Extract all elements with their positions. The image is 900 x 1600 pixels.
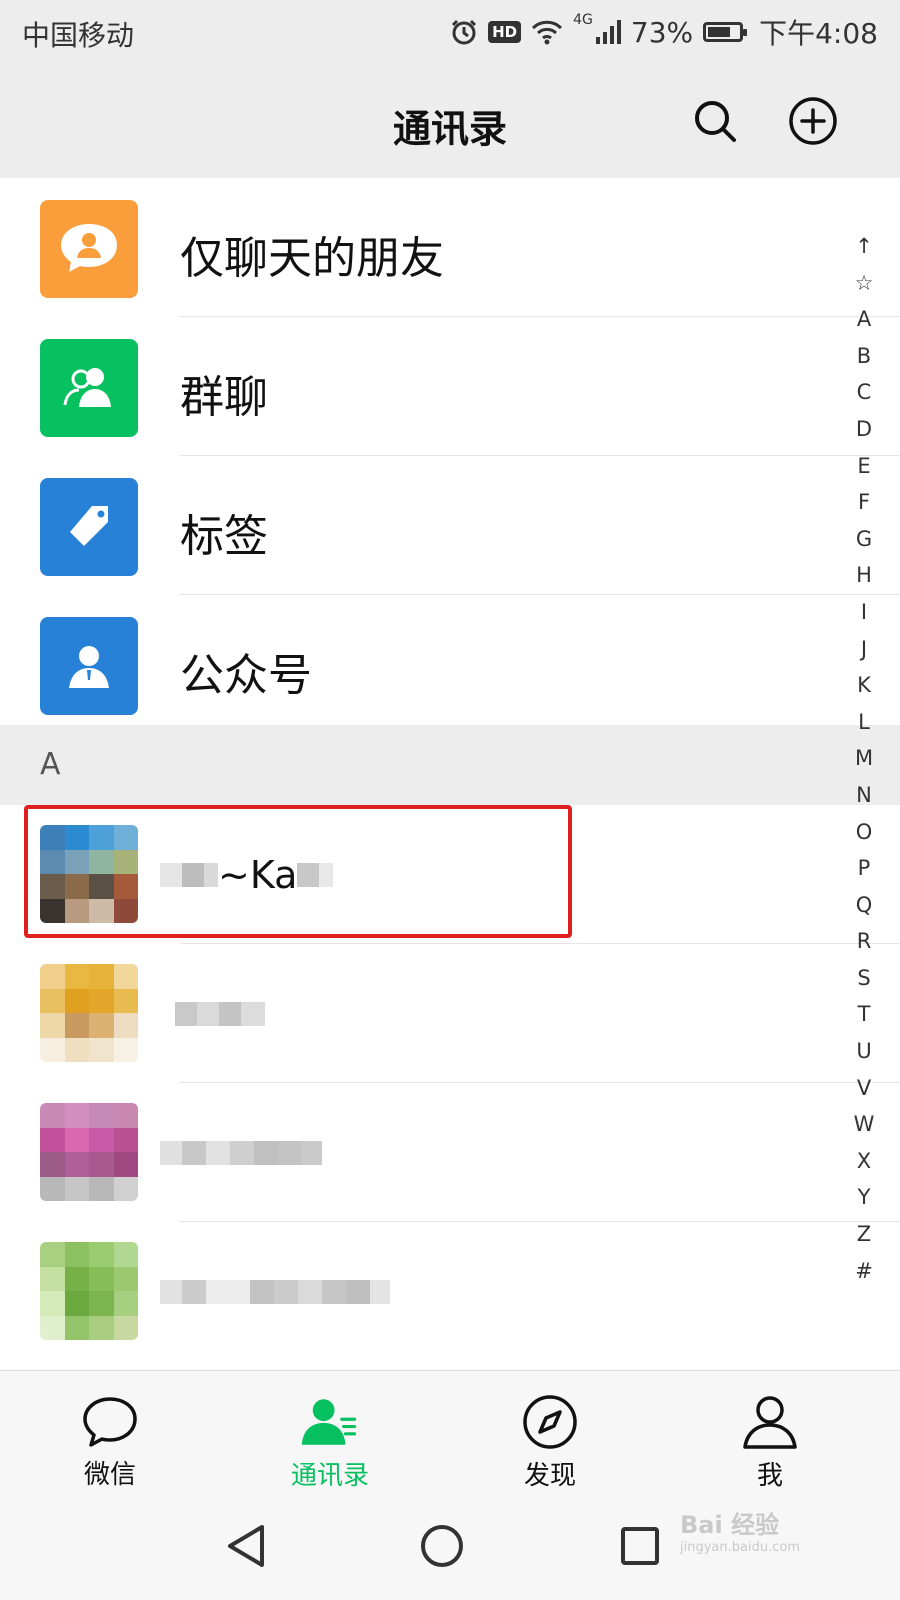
status-bar: 中国移动 HD 4G 73% 下午4:08	[0, 0, 900, 62]
index-letter[interactable]: C	[857, 374, 872, 411]
index-letter[interactable]: O	[856, 814, 873, 851]
contact-row[interactable]	[0, 1083, 900, 1222]
battery-icon	[703, 22, 748, 42]
menu-item-official-accounts[interactable]: 公众号	[0, 595, 900, 734]
contact-row[interactable]	[0, 944, 900, 1083]
tag-icon	[40, 478, 138, 576]
index-letter[interactable]: E	[857, 448, 870, 485]
contact-row[interactable]: ~Ka	[0, 805, 900, 944]
header-bar: 通讯录	[0, 62, 900, 178]
status-icons: HD 4G 73% 下午4:08	[450, 12, 878, 52]
index-letter[interactable]: H	[856, 557, 872, 594]
index-letter[interactable]: Q	[856, 887, 873, 924]
watermark-text: Bai 经验	[680, 1511, 780, 1539]
index-letter[interactable]: K	[857, 667, 871, 704]
index-letter[interactable]: D	[856, 411, 872, 448]
contact-name	[160, 1270, 390, 1314]
index-letter[interactable]: T	[858, 996, 871, 1033]
index-letter[interactable]: N	[856, 777, 872, 814]
tab-discover[interactable]: 发现	[460, 1371, 640, 1491]
menu-item-chat-only-friends[interactable]: 仅聊天的朋友	[0, 178, 900, 317]
avatar	[40, 1103, 138, 1201]
compass-icon	[520, 1393, 580, 1451]
carrier-label: 中国移动	[22, 19, 135, 52]
tab-bar: 微信 通讯录 发现 我	[0, 1370, 900, 1491]
index-letter[interactable]: B	[857, 338, 871, 375]
search-button[interactable]	[686, 92, 744, 150]
index-letter[interactable]: V	[857, 1070, 871, 1107]
menu-item-label: 公众号	[180, 650, 312, 701]
battery-percent: 73%	[630, 15, 694, 49]
tab-chats[interactable]: 微信	[20, 1371, 200, 1491]
back-button[interactable]	[218, 1518, 274, 1574]
chat-person-icon	[40, 200, 138, 298]
contacts-icon	[300, 1393, 360, 1451]
recents-button[interactable]	[612, 1518, 668, 1574]
add-button[interactable]	[784, 92, 842, 150]
tab-label: 我	[756, 1461, 783, 1491]
network-type: 4G	[573, 12, 593, 28]
index-letter[interactable]: W	[854, 1106, 875, 1143]
tab-me[interactable]: 我	[680, 1371, 860, 1491]
index-letter[interactable]: S	[857, 960, 870, 997]
menu-item-group-chats[interactable]: 群聊	[0, 317, 900, 456]
alphabet-index[interactable]: ↑ ☆ A B C D E F G H I J K L M N O P Q R S T U V W X Y Z #	[848, 228, 880, 1289]
contact-name	[160, 1131, 322, 1175]
official-account-icon	[40, 617, 138, 715]
index-letter[interactable]: M	[855, 740, 873, 777]
tab-label: 发现	[523, 1461, 576, 1491]
index-letter[interactable]: ↑	[855, 228, 873, 265]
menu-item-label: 仅聊天的朋友	[180, 233, 444, 284]
menu-item-label: 标签	[180, 511, 268, 562]
contact-name-text: ~Ka	[218, 853, 298, 897]
index-letter[interactable]: #	[855, 1253, 873, 1290]
avatar	[40, 825, 138, 923]
index-letter[interactable]: Z	[857, 1216, 871, 1253]
index-letter[interactable]: I	[861, 594, 867, 631]
index-letter[interactable]: L	[858, 704, 870, 741]
alarm-icon	[452, 19, 477, 45]
group-icon	[40, 339, 138, 437]
section-header-a: A	[0, 725, 900, 805]
watermark-url: jingyan.baidu.com	[680, 1540, 800, 1555]
tab-label: 微信	[83, 1460, 136, 1490]
plus-circle-icon	[789, 97, 837, 145]
avatar	[40, 964, 138, 1062]
page-title: 通讯录	[392, 107, 507, 151]
contact-name	[175, 992, 265, 1036]
menu-item-tags[interactable]: 标签	[0, 456, 900, 595]
watermark: Bai 经验 jingyan.baidu.com	[680, 1505, 800, 1555]
contact-row[interactable]	[0, 1222, 900, 1361]
home-circle-icon	[421, 1525, 463, 1567]
index-letter[interactable]: A	[857, 301, 871, 338]
home-button[interactable]	[414, 1518, 470, 1574]
avatar	[40, 1242, 138, 1340]
contacts-list: 仅聊天的朋友 群聊 标签 公众号 A ~Ka ↑ ☆ A B C D E F G…	[0, 178, 900, 1370]
index-letter[interactable]: R	[857, 923, 872, 960]
signal-icon	[595, 20, 621, 44]
recents-square-icon	[621, 1527, 659, 1565]
person-icon	[740, 1393, 800, 1451]
battery-level	[708, 27, 731, 37]
hd-badge: HD	[488, 21, 522, 43]
index-letter[interactable]: P	[858, 850, 871, 887]
index-letter[interactable]: G	[856, 521, 872, 558]
section-letter: A	[40, 747, 61, 782]
index-letter[interactable]: F	[858, 484, 870, 521]
system-nav-bar: Bai 经验 jingyan.baidu.com	[0, 1490, 900, 1600]
search-icon	[695, 101, 736, 142]
wifi-icon	[532, 20, 563, 45]
back-triangle-icon	[228, 1525, 264, 1567]
menu-item-label: 群聊	[180, 372, 268, 423]
index-letter[interactable]: X	[857, 1143, 871, 1180]
chat-bubble-icon	[80, 1393, 140, 1450]
index-letter[interactable]: ☆	[855, 265, 874, 302]
tab-contacts[interactable]: 通讯录	[240, 1371, 420, 1491]
tab-label: 通讯录	[290, 1461, 369, 1491]
contact-name: ~Ka	[160, 853, 334, 897]
index-letter[interactable]: Y	[858, 1179, 871, 1216]
index-letter[interactable]: U	[856, 1033, 871, 1070]
index-letter[interactable]: J	[861, 631, 867, 668]
status-time: 下午4:08	[759, 17, 878, 50]
